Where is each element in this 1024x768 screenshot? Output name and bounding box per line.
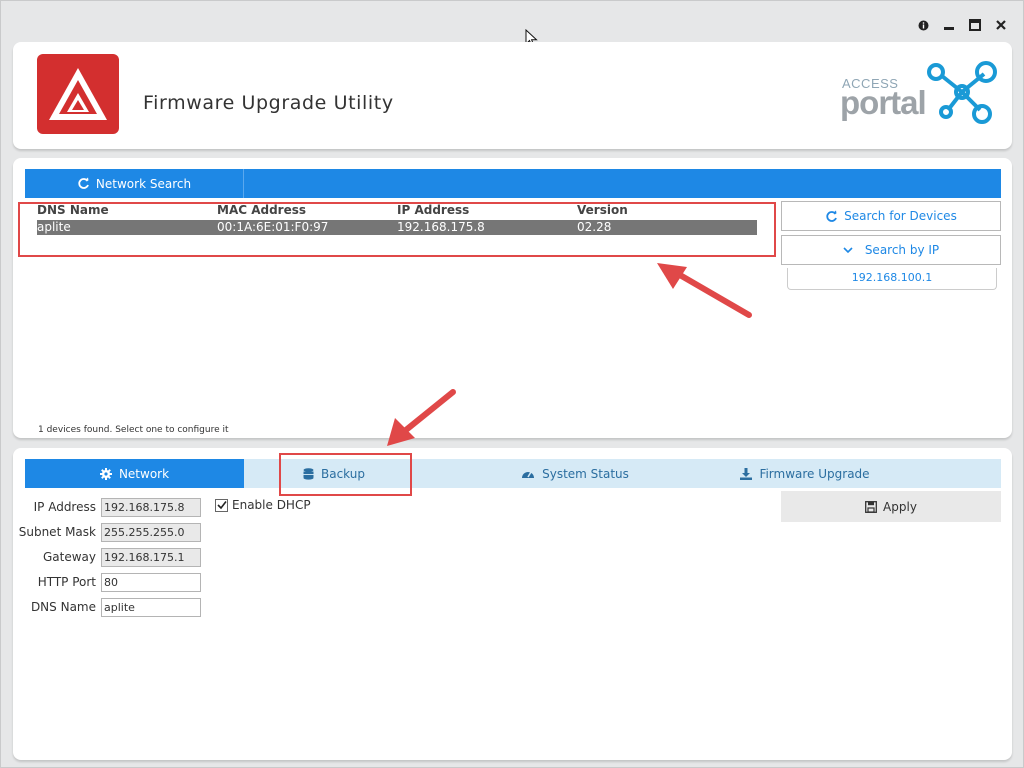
subnet-mask-field[interactable]: 255.255.255.0 — [101, 522, 201, 542]
ip-address-row: IP Address 192.168.175.8 — [13, 497, 201, 517]
tab-firmware-upgrade[interactable]: Firmware Upgrade — [705, 459, 905, 488]
tab-network[interactable]: Network — [25, 459, 244, 488]
column-header-mac-address[interactable]: MAC Address — [217, 202, 397, 218]
gateway-label: Gateway — [42, 550, 96, 564]
app-title: Firmware Upgrade Utility — [143, 92, 394, 114]
device-table: DNS Name MAC Address IP Address Version … — [37, 202, 757, 235]
table-row[interactable]: aplite 00:1A:6E:01:F0:97 192.168.175.8 0… — [37, 220, 757, 235]
subnet-mask-row: Subnet Mask 255.255.255.0 — [13, 522, 201, 542]
enable-dhcp-control[interactable]: Enable DHCP — [215, 498, 311, 512]
refresh-icon — [78, 177, 89, 189]
apply-button[interactable]: Apply — [781, 491, 1001, 522]
tab-network-search-label: Network Search — [95, 176, 192, 191]
column-header-version[interactable]: Version — [577, 202, 757, 218]
dns-name-field[interactable]: aplite — [101, 597, 201, 617]
tab-firmware-upgrade-label: Firmware Upgrade — [759, 466, 870, 481]
devices-found-status: 1 devices found. Select one to configure… — [38, 425, 229, 435]
minimize-icon[interactable] — [943, 19, 955, 31]
download-icon — [740, 467, 753, 480]
search-ip-input[interactable]: 192.168.100.1 — [787, 268, 997, 290]
ip-address-label: IP Address — [33, 500, 96, 514]
http-port-field[interactable]: 80 — [101, 572, 201, 592]
http-port-label: HTTP Port — [37, 575, 96, 589]
ip-address-field[interactable]: 192.168.175.8 — [101, 497, 201, 517]
gateway-field[interactable]: 192.168.175.1 — [101, 547, 201, 567]
enable-dhcp-label: Enable DHCP — [232, 498, 311, 512]
checkmark-icon — [216, 501, 227, 510]
cell-ip-address: 192.168.175.8 — [397, 220, 485, 234]
tab-network-label: Network — [118, 466, 170, 481]
cell-dns-name: aplite — [37, 220, 71, 234]
search-for-devices-label: Search for Devices — [844, 209, 957, 223]
dns-name-label: DNS Name — [30, 600, 96, 614]
close-icon[interactable] — [995, 19, 1007, 31]
app-logo — [37, 54, 119, 134]
cell-version: 02.28 — [577, 220, 612, 234]
brand-portal-text: portal — [840, 84, 927, 121]
settings-tabbar: Network Backup System Status Firmware Up… — [25, 459, 1001, 488]
search-tabbar: Network Search — [25, 169, 1001, 198]
apply-label: Apply — [883, 499, 917, 514]
info-icon[interactable] — [917, 19, 929, 31]
search-for-devices-button[interactable]: Search for Devices — [781, 201, 1001, 231]
tab-system-status[interactable]: System Status — [455, 459, 695, 488]
brand-network-icon — [927, 61, 997, 124]
tab-system-status-label: System Status — [542, 466, 629, 481]
maximize-icon[interactable] — [969, 19, 981, 31]
dashboard-icon — [522, 471, 535, 478]
cell-mac-address: 00:1A:6E:01:F0:97 — [217, 220, 329, 234]
app-window: Firmware Upgrade Utility ACCESS portal N… — [0, 0, 1024, 768]
search-by-ip-label: Search by IP — [864, 243, 940, 257]
chevron-down-icon — [843, 247, 853, 254]
save-icon — [865, 500, 877, 513]
gateway-row: Gateway 192.168.175.1 — [13, 547, 201, 567]
device-search-panel: Network Search DNS Name MAC Address IP A… — [13, 158, 1012, 438]
search-by-ip-button[interactable]: Search by IP — [781, 235, 1001, 265]
brand-logo: ACCESS portal — [840, 58, 1002, 128]
gear-icon — [99, 467, 112, 480]
refresh-icon — [826, 210, 838, 222]
dns-name-row: DNS Name aplite — [13, 597, 201, 617]
http-port-row: HTTP Port 80 — [13, 572, 201, 592]
table-header: DNS Name MAC Address IP Address Version — [37, 202, 757, 218]
window-controls — [917, 19, 1007, 31]
header-panel: Firmware Upgrade Utility ACCESS portal — [13, 42, 1012, 149]
column-header-dns-name[interactable]: DNS Name — [37, 202, 217, 218]
column-header-ip-address[interactable]: IP Address — [397, 202, 577, 218]
subnet-mask-label: Subnet Mask — [18, 525, 96, 539]
device-settings-panel: Network Backup System Status Firmware Up… — [13, 448, 1012, 760]
tab-network-search[interactable]: Network Search — [25, 169, 244, 198]
enable-dhcp-checkbox[interactable] — [215, 498, 228, 512]
backup-tab-highlight — [279, 453, 412, 496]
